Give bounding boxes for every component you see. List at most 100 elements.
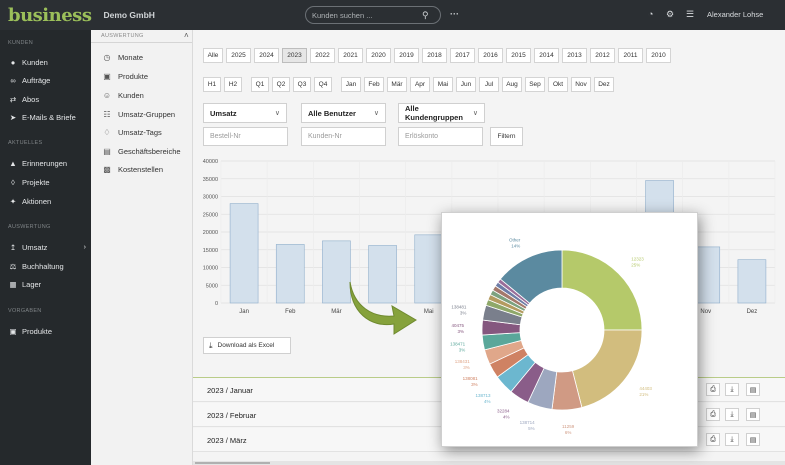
search-icon[interactable]: ⚲: [422, 10, 429, 21]
print-icon[interactable]: ⎙: [706, 408, 720, 421]
sidebar-section-kunden: KUNDEN: [8, 40, 34, 46]
archive-icon[interactable]: ▤: [746, 433, 760, 446]
sidebar-item-buchhaltung[interactable]: ⚖ Buchhaltung: [8, 262, 90, 271]
metric-select[interactable]: Umsatz ∨: [203, 103, 287, 123]
revenue-account-field[interactable]: Erlöskonto: [398, 127, 483, 146]
customer-number-field[interactable]: Kunden-Nr: [301, 127, 386, 146]
period-button-q3[interactable]: Q3: [293, 77, 311, 92]
year-button-2025[interactable]: 2025: [226, 48, 251, 63]
donut-slice-percent: 3%: [458, 329, 465, 334]
period-button-apr[interactable]: Apr: [410, 77, 430, 92]
sidebar-item-lager[interactable]: ▦ Lager: [8, 280, 90, 289]
report-subnav: AUSWERTUNG ˄ ◷ Monate ▣ Produkte ☺ Kunden ☷ U…: [91, 30, 193, 465]
subnav-item-kunden[interactable]: ☺ Kunden: [101, 91, 144, 100]
download-excel-button[interactable]: ⤓ Download als Excel: [203, 337, 291, 354]
year-button-2011[interactable]: 2011: [618, 48, 643, 63]
balance-icon: ⚖: [9, 262, 17, 271]
y-tick-label: 20000: [203, 230, 218, 236]
subnav-item-umsatz-gruppen[interactable]: ☷ Umsatz-Gruppen: [101, 110, 175, 119]
year-button-2010[interactable]: 2010: [646, 48, 671, 63]
settings-icon[interactable]: ⚙: [666, 9, 674, 20]
year-button-2018[interactable]: 2018: [422, 48, 447, 63]
tag-icon: ♢: [103, 128, 111, 137]
period-button-h1[interactable]: H1: [203, 77, 221, 92]
horizontal-scrollbar[interactable]: [193, 461, 785, 465]
archive-icon[interactable]: ▤: [746, 408, 760, 421]
line-chart-icon: ↥: [9, 243, 17, 252]
search-input[interactable]: [312, 10, 422, 20]
period-button-mai[interactable]: Mai: [433, 77, 453, 92]
subnav-item-label: Produkte: [118, 72, 149, 81]
user-name[interactable]: Alexander Lohse: [707, 10, 763, 19]
archive-icon[interactable]: ▤: [746, 383, 760, 396]
year-button-2017[interactable]: 2017: [450, 48, 475, 63]
period-button-jan[interactable]: Jan: [341, 77, 361, 92]
period-button-jul[interactable]: Jul: [479, 77, 499, 92]
app-logo[interactable]: business: [8, 5, 92, 26]
customer-group-select[interactable]: Alle Kundengruppen ∨: [398, 103, 485, 123]
more-menu-icon[interactable]: ···: [450, 9, 459, 19]
subnav-item-umsatz-tags[interactable]: ♢ Umsatz-Tags: [101, 128, 161, 137]
company-name[interactable]: Demo GmbH: [103, 10, 154, 20]
sitemap-icon: ☷: [103, 110, 111, 119]
year-button-2024[interactable]: 2024: [254, 48, 279, 63]
download-icon[interactable]: ⤓: [725, 433, 739, 446]
download-icon[interactable]: ⤓: [725, 383, 739, 396]
period-button-aug[interactable]: Aug: [502, 77, 522, 92]
print-icon[interactable]: ⎙: [706, 383, 720, 396]
year-button-2020[interactable]: 2020: [366, 48, 391, 63]
y-tick-label: 25000: [203, 212, 218, 218]
year-button-2013[interactable]: 2013: [562, 48, 587, 63]
sidebar-item-label: Buchhaltung: [22, 262, 64, 271]
sidebar-item-aktionen[interactable]: ✦ Aktionen: [8, 197, 90, 206]
download-icon[interactable]: ⤓: [725, 408, 739, 421]
user-select[interactable]: Alle Benutzer ∨: [301, 103, 386, 123]
sidebar-item-auftraege[interactable]: ∞ Aufträge: [8, 76, 90, 85]
period-button-feb[interactable]: Feb: [364, 77, 384, 92]
year-button-2019[interactable]: 2019: [394, 48, 419, 63]
period-button-sep[interactable]: Sep: [525, 77, 545, 92]
subnav-item-geschaeftsbereiche[interactable]: ▤ Geschäftsbereiche: [101, 147, 180, 156]
year-button-2023[interactable]: 2023: [282, 48, 307, 63]
period-button-q4[interactable]: Q4: [314, 77, 332, 92]
download-icon: ⤓: [209, 340, 213, 350]
period-button-nov[interactable]: Nov: [571, 77, 591, 92]
year-button-2014[interactable]: 2014: [534, 48, 559, 63]
sidebar-item-produkte[interactable]: ▣ Produkte: [8, 327, 90, 336]
chevron-down-icon: ∨: [373, 110, 379, 117]
customer-search[interactable]: ⚲: [305, 6, 441, 24]
subnav-item-produkte[interactable]: ▣ Produkte: [101, 72, 148, 81]
period-button-q1[interactable]: Q1: [251, 77, 269, 92]
period-button-h2[interactable]: H2: [224, 77, 242, 92]
period-button-okt[interactable]: Okt: [548, 77, 568, 92]
sidebar-item-erinnerungen[interactable]: ▲ Erinnerungen: [8, 159, 90, 168]
filter-button[interactable]: Filtern: [490, 127, 523, 146]
sidebar-item-emails[interactable]: ➤ E-Mails & Briefe: [8, 113, 90, 122]
sidebar-item-label: Lager: [22, 280, 42, 289]
year-button-alle[interactable]: Alle: [203, 48, 223, 63]
chevron-up-icon[interactable]: ˄: [184, 31, 189, 40]
sidebar-item-kunden[interactable]: ● Kunden: [8, 58, 90, 67]
period-button-dez[interactable]: Dez: [594, 77, 614, 92]
sidebar-item-abos[interactable]: ⇄ Abos: [8, 95, 90, 104]
subnav-item-kostenstellen[interactable]: ▩ Kostenstellen: [101, 165, 163, 174]
speedometer-icon[interactable]: ◔: [648, 9, 653, 19]
database-icon[interactable]: ☰: [686, 9, 694, 20]
scrollbar-thumb[interactable]: [195, 462, 270, 464]
year-button-2021[interactable]: 2021: [338, 48, 363, 63]
print-icon[interactable]: ⎙: [706, 433, 720, 446]
period-button-jun[interactable]: Jun: [456, 77, 476, 92]
year-button-2016[interactable]: 2016: [478, 48, 503, 63]
year-button-2022[interactable]: 2022: [310, 48, 335, 63]
year-button-2012[interactable]: 2012: [590, 48, 615, 63]
sidebar-item-projekte[interactable]: ◊ Projekte: [8, 178, 90, 187]
order-number-field[interactable]: Bestell-Nr: [203, 127, 288, 146]
period-button-q2[interactable]: Q2: [272, 77, 290, 92]
subnav-item-monate[interactable]: ◷ Monate: [101, 53, 144, 62]
year-button-2015[interactable]: 2015: [506, 48, 531, 63]
subnav-item-label: Kostenstellen: [118, 165, 164, 174]
sidebar-item-umsatz[interactable]: ↥ Umsatz ›: [8, 243, 90, 252]
period-button-mär[interactable]: Mär: [387, 77, 407, 92]
donut-slice-label: 138481: [451, 305, 467, 310]
y-tick-label: 10000: [203, 266, 218, 272]
